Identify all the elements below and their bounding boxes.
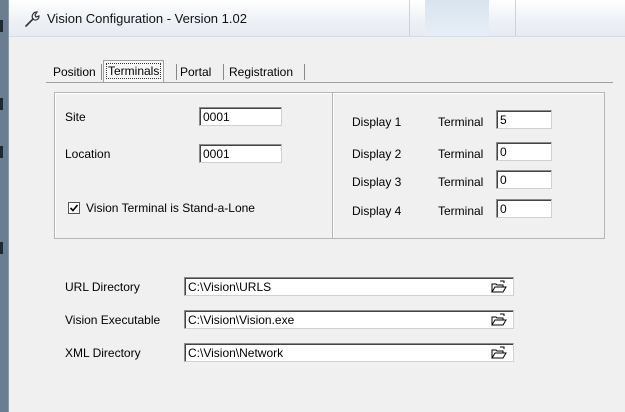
site-label: Site: [65, 110, 86, 124]
display-3-terminal-label: Terminal: [438, 175, 484, 189]
check-mark-icon: [69, 204, 79, 212]
display-2-label: Display 2: [352, 147, 402, 161]
open-folder-icon: [491, 313, 507, 326]
vision-configuration-window: Vision Configuration - Version 1.02 Posi…: [8, 0, 625, 412]
site-location-groupbox: [54, 92, 333, 239]
background-edge-mark: [0, 98, 3, 110]
tab-terminals[interactable]: Terminals: [103, 60, 165, 83]
tab-registration[interactable]: Registration: [229, 62, 293, 82]
display-4-label: Display 4: [352, 204, 402, 218]
tab-portal[interactable]: Portal: [180, 62, 211, 82]
standalone-checkbox[interactable]: [68, 202, 80, 214]
display-2-terminal-input[interactable]: 0: [496, 142, 552, 161]
url-directory-label: URL Directory: [65, 280, 140, 294]
tab-position[interactable]: Position: [53, 62, 96, 82]
tab-separator: [223, 64, 224, 80]
xml-directory-browse-button[interactable]: [489, 344, 509, 362]
tab-terminals-label: Terminals: [106, 63, 162, 79]
tab-separator: [304, 64, 305, 80]
url-directory-browse-button[interactable]: [489, 278, 509, 296]
standalone-label: Vision Terminal is Stand-a-Lone: [86, 201, 255, 215]
window-title: Vision Configuration - Version 1.02: [47, 11, 247, 26]
display-1-terminal-label: Terminal: [438, 115, 484, 129]
url-directory-input[interactable]: C:\Vision\URLS: [184, 277, 514, 296]
background-edge-mark: [0, 20, 3, 32]
background-edge-mark: [0, 146, 3, 158]
title-bar-divider: [409, 0, 410, 36]
tab-separator: [101, 64, 102, 80]
display-4-terminal-label: Terminal: [438, 204, 484, 218]
xml-directory-label: XML Directory: [65, 346, 141, 360]
open-folder-icon: [491, 346, 507, 359]
open-folder-icon: [491, 280, 507, 293]
display-2-terminal-label: Terminal: [438, 147, 484, 161]
background-window-edge: [0, 0, 8, 412]
display-3-terminal-input[interactable]: 0: [496, 170, 552, 189]
location-input[interactable]: 0001: [199, 144, 282, 163]
wrench-icon: [25, 11, 40, 27]
vision-executable-label: Vision Executable: [65, 313, 161, 327]
display-3-label: Display 3: [352, 175, 402, 189]
vision-executable-input[interactable]: C:\Vision\Vision.exe: [184, 310, 514, 329]
title-bar-divider: [515, 0, 516, 36]
background-edge-mark: [0, 242, 3, 254]
display-4-terminal-input[interactable]: 0: [496, 199, 552, 218]
tab-separator: [176, 64, 177, 80]
display-1-terminal-input[interactable]: 5: [496, 110, 552, 129]
title-bar[interactable]: Vision Configuration - Version 1.02: [9, 0, 625, 37]
location-label: Location: [65, 147, 111, 161]
vision-executable-browse-button[interactable]: [489, 311, 509, 329]
site-input[interactable]: 0001: [199, 107, 282, 126]
display-1-label: Display 1: [352, 115, 402, 129]
title-bar-reflection: [425, 0, 489, 36]
xml-directory-input[interactable]: C:\Vision\Network: [184, 343, 514, 362]
